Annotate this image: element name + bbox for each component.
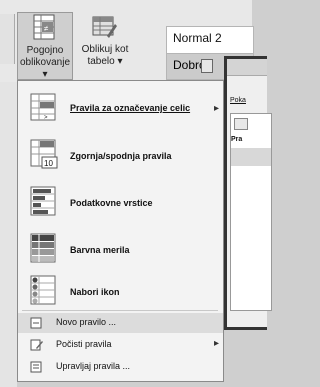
menu-item-icon-sets[interactable]: Nabori ikon	[18, 273, 223, 309]
data-bars-icon	[30, 186, 56, 216]
dialog-rules-list[interactable]: Pra	[230, 113, 272, 311]
top-bottom-icon-number: 10	[44, 159, 53, 168]
style-normal-2[interactable]: Normal 2	[173, 31, 222, 45]
format-as-table-label: Oblikuj kot tabelo	[81, 44, 129, 67]
ribbon-group-edge	[0, 14, 15, 64]
submenu-arrow-icon: ▸	[214, 103, 220, 114]
menu-item-clear-rules[interactable]: Počisti pravila ▸	[18, 335, 223, 355]
conditional-formatting-menu: > Pravila za označevanje celic ▸ 10 Zgor…	[17, 80, 224, 382]
dialog-selected-row[interactable]	[231, 148, 271, 166]
menu-separator	[22, 310, 218, 311]
menu-label-icon-sets: Nabori ikon	[70, 287, 120, 297]
menu-item-new-rule[interactable]: Novo pravilo ...	[18, 313, 223, 333]
conditional-formatting-button[interactable]: ≠ Pogojno oblikovanje ▾	[17, 12, 73, 80]
sheet-edge	[0, 82, 17, 387]
style-good-swatch	[201, 59, 213, 73]
menu-label-data-bars: Podatkovne vrstice	[70, 198, 153, 208]
menu-label-manage-rules: Upravljaj pravila ...	[56, 361, 131, 371]
menu-item-color-scales[interactable]: Barvna merila	[18, 229, 223, 269]
ribbon: ≠ Pogojno oblikovanje ▾ Oblikuj kot tabe…	[0, 0, 254, 83]
manage-rules-icon	[30, 361, 42, 373]
icon-sets-icon	[30, 275, 56, 305]
menu-item-data-bars[interactable]: Podatkovne vrstice	[18, 182, 223, 222]
menu-item-manage-rules[interactable]: Upravljaj pravila ...	[18, 357, 223, 377]
submenu-arrow-icon: ▸	[214, 338, 220, 349]
menu-label-color-scales: Barvna merila	[70, 245, 130, 255]
conditional-formatting-label: Pogojno oblikovanje	[19, 45, 71, 68]
menu-item-top-bottom[interactable]: 10 Zgornja/spodnja pravila	[18, 135, 223, 175]
rules-manager-dialog: Poka Pra	[224, 56, 272, 330]
dialog-new-rule-button[interactable]	[234, 118, 248, 130]
menu-label-highlight-cells: Pravila za označevanje celic	[70, 103, 191, 113]
clear-rules-icon	[30, 339, 43, 351]
dialog-title-bar[interactable]	[227, 59, 267, 76]
menu-item-highlight-cells[interactable]: > Pravila za označevanje celic ▸	[18, 89, 223, 127]
menu-label-new-rule: Novo pravilo ...	[56, 317, 117, 327]
color-scales-icon	[30, 233, 56, 263]
dialog-show-label: Poka	[230, 97, 246, 104]
new-rule-icon	[30, 317, 42, 329]
conditional-formatting-icon: ≠	[33, 14, 55, 40]
format-as-table-icon	[92, 16, 117, 38]
menu-label-clear-rules: Počisti pravila	[56, 339, 112, 349]
svg-text:>: >	[44, 115, 48, 121]
dialog-column-header: Pra	[231, 136, 243, 143]
menu-label-top-bottom: Zgornja/spodnja pravila	[70, 151, 172, 161]
highlight-cells-icon: >	[30, 93, 56, 121]
format-as-table-button[interactable]: Oblikuj kot tabelo ▾	[76, 14, 134, 68]
svg-text:≠: ≠	[44, 24, 49, 33]
top-bottom-rules-icon: 10	[30, 139, 58, 169]
